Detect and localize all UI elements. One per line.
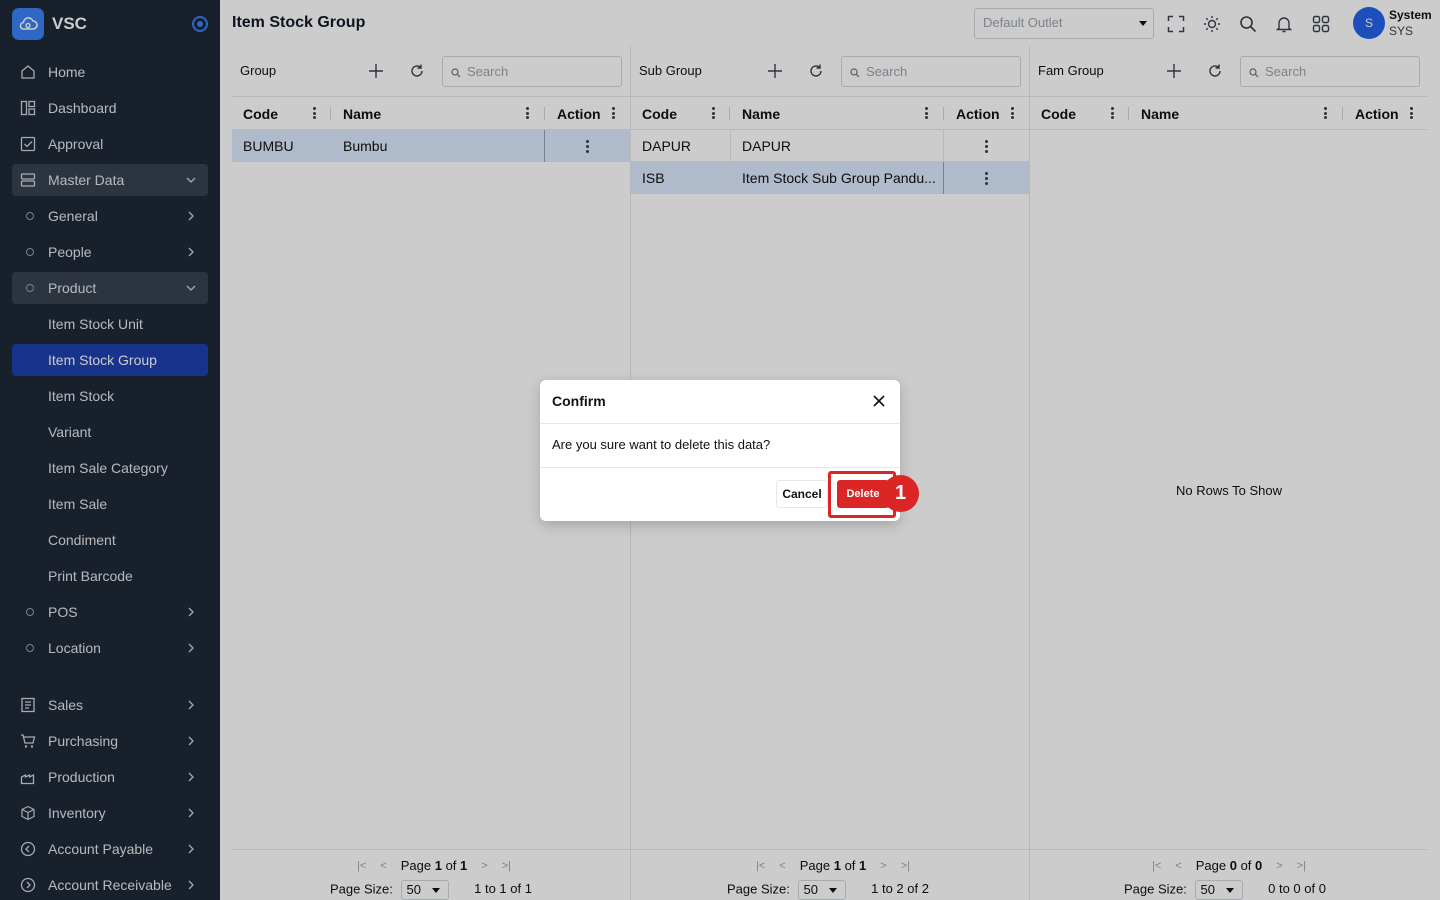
close-icon[interactable] (872, 394, 886, 408)
dialog-divider (540, 423, 900, 424)
dialog-title: Confirm (552, 393, 606, 409)
dialog-message: Are you sure want to delete this data? (552, 437, 771, 452)
step-badge: 1 (882, 475, 919, 512)
cancel-button[interactable]: Cancel (776, 480, 828, 508)
dialog-divider (540, 467, 900, 468)
